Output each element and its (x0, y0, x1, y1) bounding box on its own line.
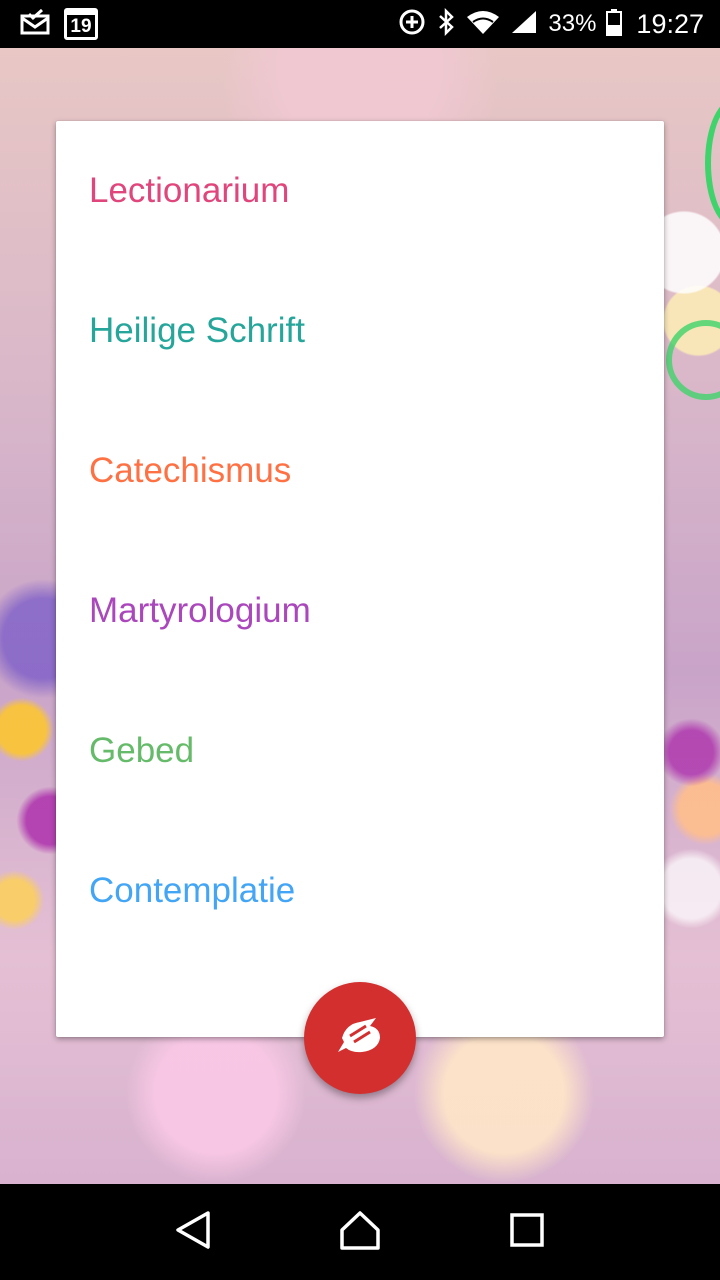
menu-card: Lectionarium Heilige Schrift Catechismus… (56, 121, 664, 1037)
dove-icon (336, 1016, 384, 1061)
menu-item-catechismus[interactable]: Catechismus (56, 401, 664, 541)
bokeh-ring (705, 98, 720, 228)
clock: 19:27 (636, 8, 704, 39)
screen: 19 33% 19:27 Lectionarium Heilige Schrif… (0, 0, 720, 1280)
data-saver-icon (398, 8, 426, 41)
menu-item-heilige-schrift[interactable]: Heilige Schrift (56, 261, 664, 401)
bokeh-ring (666, 320, 720, 400)
home-icon (339, 1210, 381, 1255)
wifi-icon (466, 9, 500, 40)
recents-button[interactable] (497, 1202, 557, 1262)
menu-item-lectionarium[interactable]: Lectionarium (56, 121, 664, 261)
signal-icon (510, 9, 538, 40)
home-button[interactable] (330, 1202, 390, 1262)
menu-item-martyrologium[interactable]: Martyrologium (56, 541, 664, 681)
recents-icon (509, 1212, 545, 1253)
status-bar: 19 33% 19:27 (0, 0, 720, 48)
menu-item-gebed[interactable]: Gebed (56, 681, 664, 821)
nav-bar (0, 1184, 720, 1280)
battery-icon (606, 8, 623, 41)
fab-dove-button[interactable] (304, 982, 416, 1094)
bluetooth-icon (436, 7, 456, 41)
calendar-day: 19 (70, 15, 92, 37)
battery-percent: 33% (548, 10, 597, 37)
back-button[interactable] (163, 1202, 223, 1262)
back-icon (174, 1210, 212, 1255)
calendar-icon: 19 (64, 8, 98, 40)
menu-item-contemplatie[interactable]: Contemplatie (56, 821, 664, 961)
mail-check-icon (20, 8, 50, 40)
